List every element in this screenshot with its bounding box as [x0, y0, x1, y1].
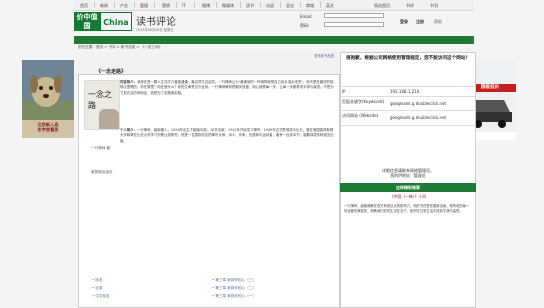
link-reviews[interactable]: 书评 — [406, 3, 414, 9]
blocked-message: 很抱歉，根据公司网络使用管理规定，您不能访问这个网站！ — [345, 56, 471, 61]
intro-paragraph: 内容简介：我现在是一颗人生流平凡普普通通，最自然又自由的。一行禅师认为"最美味的… — [120, 80, 334, 96]
register-button[interactable]: 注册 — [416, 19, 424, 25]
admin-note: 详细信息请联系网络管理员。 您的IP地址：管理员 — [382, 168, 434, 178]
breadcrumb[interactable]: 您在位置：首页 > 书评 > 新书品鉴 > 《一念之间》 — [78, 45, 162, 50]
book-author: 一行禅师 著 — [91, 146, 111, 150]
site-logo[interactable]: 价中值国 China Value — [74, 11, 132, 46]
author-text: 一行禅师，越南僧人，1926年出生于越南中部，16岁出家，1942年开始学习禅宗… — [120, 128, 334, 143]
nav-wemedia[interactable]: 微媒体 — [222, 3, 234, 9]
row-value: googleads.g.doubleclick.net — [390, 101, 447, 106]
email-label: Email: — [300, 14, 313, 19]
email-field[interactable] — [324, 13, 384, 18]
toc-item[interactable]: • 第三章 我到你的心（三） — [212, 277, 256, 285]
section-title: 读书评论 — [136, 17, 176, 28]
nav-marketing[interactable]: 营销 — [162, 3, 170, 9]
password-label: 密码: — [300, 23, 310, 28]
nav-industry[interactable]: 产业 — [120, 3, 128, 9]
nav-weibo[interactable]: 微博 — [202, 3, 210, 9]
dog-image — [22, 60, 74, 120]
more-reviews-link[interactable]: 更多新书品鉴 — [314, 53, 334, 58]
nav-management[interactable]: 管理 — [140, 3, 148, 9]
book-title: 《一念走路》 — [96, 69, 127, 75]
logo-chinese: 价中值国 — [74, 12, 100, 31]
login-button[interactable]: 登录 — [400, 19, 408, 25]
top-navigation: 首页 新闻 产业 管理 营销 IT 微博 微媒体 读书 访谈 会议 商城 英文 … — [74, 0, 474, 11]
toc-item[interactable]: • 目录 — [92, 285, 110, 293]
toc-item[interactable]: • 第三章 我到你的心（一） — [212, 293, 256, 301]
author-heading: 个人简介： — [120, 128, 137, 132]
recommend-title[interactable]: 《中国（一禅）》十四 — [343, 194, 473, 200]
row-value: googleads.g.doubleclick.net — [390, 115, 447, 120]
recommend-body: 一行禅师，越南佛教在西方有着巨大的影响力。他的书在很多国家出版，他所说的每一句话… — [344, 204, 470, 214]
table-row: 访问网站 (Website) googleads.g.doubleclick.n… — [340, 110, 476, 126]
intro-text: 我现在是一颗人生流平凡普普通通，最自然又自由的。一行禅师认为"最美味的一杯咖啡就… — [120, 80, 334, 95]
publisher-link[interactable]: 紫禁城出版社 — [91, 170, 113, 175]
row-key: 访问网站 (Website) — [342, 113, 379, 118]
row-value: 192.168.1.210 — [390, 89, 420, 94]
intro-heading: 内容简介： — [120, 80, 137, 84]
recommend-header: 这样精彩推荐 — [340, 183, 476, 192]
cover-photo — [99, 109, 119, 129]
toc-right: • 第三章 我到你的心（三） • 第三章 我到你的心（二） • 第三章 我到你的… — [212, 277, 256, 300]
link-magazines[interactable]: 书刊 — [430, 3, 438, 9]
toc-item[interactable]: • 中文前言 — [92, 293, 110, 301]
nav-home[interactable]: 首页 — [80, 3, 88, 9]
left-ad-banner[interactable]: 北京新人选 东宇舍管员 — [22, 60, 74, 138]
password-field[interactable] — [324, 22, 384, 27]
nav-mall[interactable]: 商城 — [306, 3, 314, 9]
login-form: Email: 密码: 登录 注册 帮助 — [300, 13, 475, 33]
toc-item[interactable]: • 序言 — [92, 277, 110, 285]
nav-it[interactable]: IT — [182, 3, 186, 8]
nav-meetings[interactable]: 会议 — [286, 3, 294, 9]
nav-news[interactable]: 新闻 — [100, 3, 108, 9]
date-text: 2013年06月20日 星期五 — [136, 28, 174, 32]
nav-books[interactable]: 读书 — [246, 3, 254, 9]
book-cover[interactable]: 一念之路 — [84, 80, 120, 130]
row-key: 匹配关键字(Keywords) — [342, 99, 385, 104]
logo-english: China Value — [100, 12, 132, 46]
toc-left: • 序言 • 目录 • 中文前言 — [92, 277, 110, 300]
table-row: 匹配关键字(Keywords) googleads.g.doubleclick.… — [340, 96, 476, 111]
left-ad-text: 北京新人选 东宇舍管员 — [37, 122, 59, 132]
author-paragraph: 个人简介：一行禅师，越南僧人，1926年出生于越南中部，16岁出家，1942年开… — [120, 128, 334, 144]
help-link[interactable]: 帮助 — [434, 19, 442, 25]
link-site-home[interactable]: 网站首页 — [374, 3, 390, 9]
toc-item[interactable]: • 第三章 我到你的心（二） — [212, 285, 256, 293]
nav-interviews[interactable]: 访谈 — [266, 3, 274, 9]
main-nav-bar — [74, 36, 474, 44]
nav-english[interactable]: 英文 — [326, 3, 334, 9]
row-key: IP — [342, 89, 346, 94]
cover-title: 一念之路 — [88, 90, 112, 110]
